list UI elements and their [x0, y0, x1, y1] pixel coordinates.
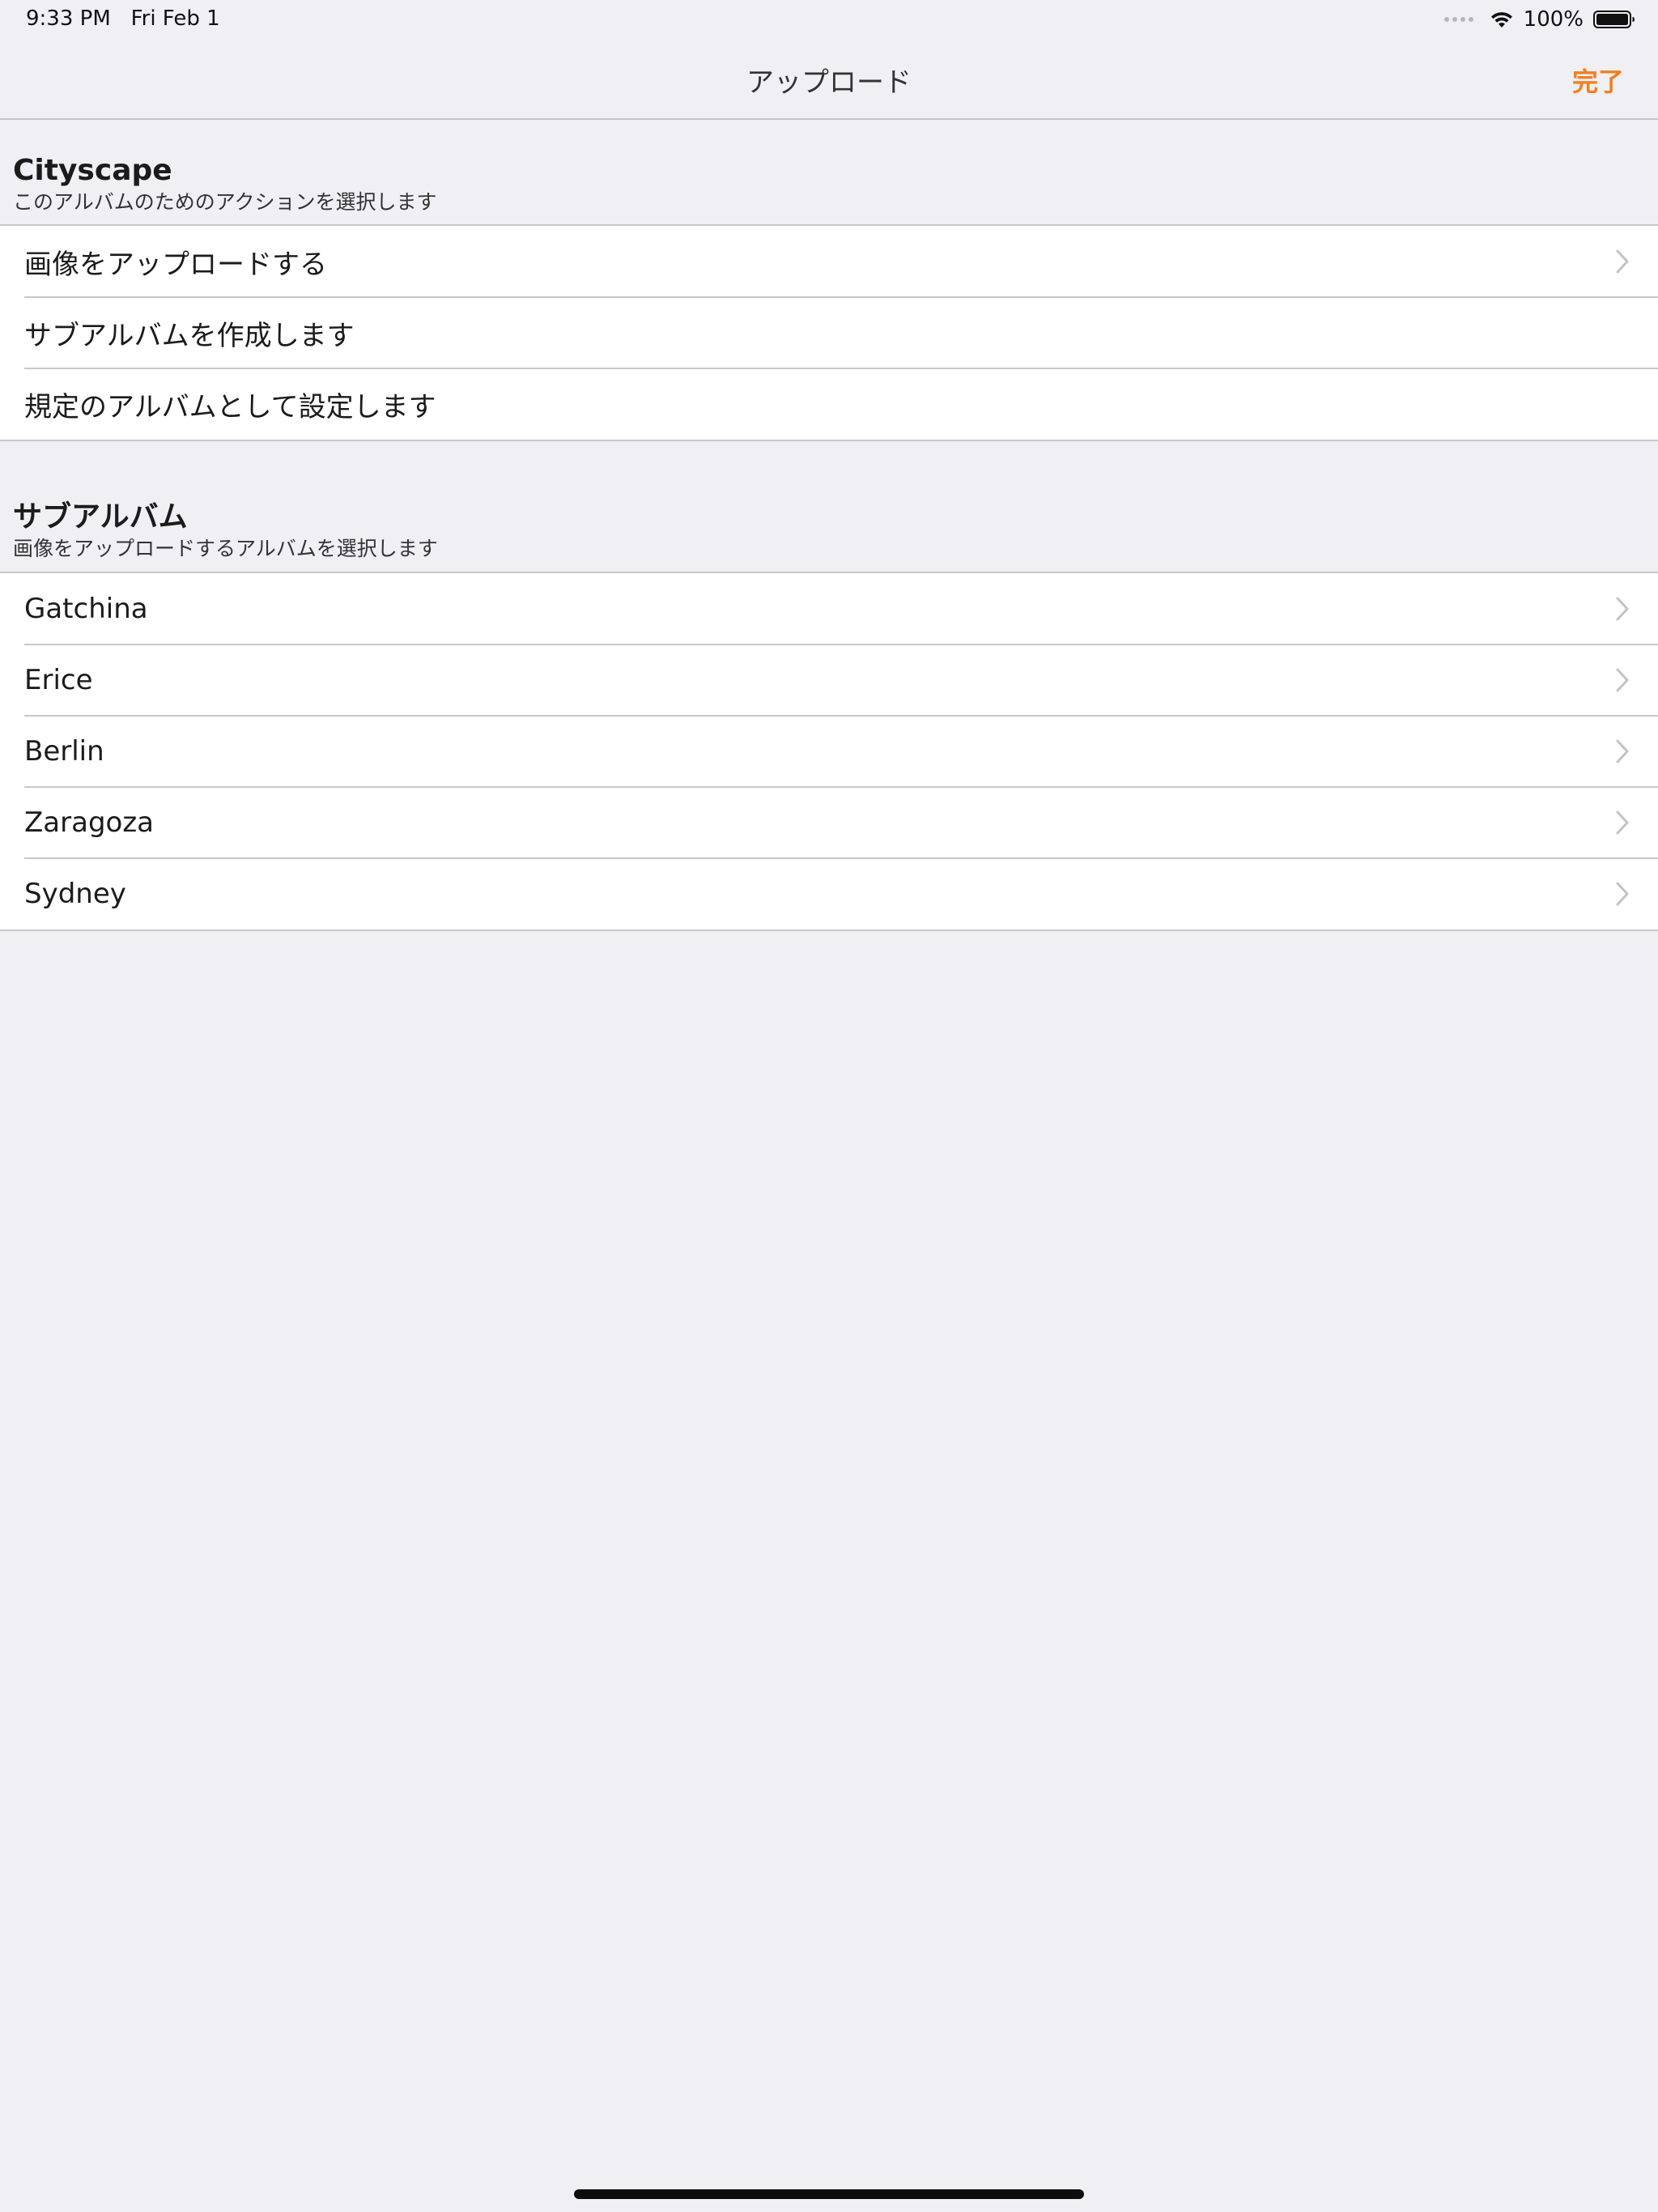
subalbum-row-zaragoza[interactable]: Zaragoza [0, 786, 1658, 858]
done-button[interactable]: 完了 [1572, 62, 1624, 99]
home-indicator[interactable] [574, 2189, 1084, 2199]
wifi-icon [1490, 12, 1512, 28]
chevron-right-icon [1616, 249, 1629, 274]
status-date: Fri Feb 1 [130, 6, 220, 31]
signal-dots-icon [1443, 17, 1473, 22]
chevron-right-icon [1616, 668, 1629, 692]
row-label: サブアルバムを作成します [24, 319, 355, 352]
row-label: 画像をアップロードする [24, 248, 327, 281]
subalbum-row-erice[interactable]: Erice [0, 644, 1658, 716]
chevron-right-icon [1616, 810, 1629, 835]
album-title: Cityscape [13, 154, 172, 187]
status-bar: 9:33 PM Fri Feb 1 100% [0, 0, 1658, 39]
subalbum-row-sydney[interactable]: Sydney [0, 857, 1658, 929]
row-label: Erice [24, 664, 93, 696]
battery-icon [1593, 11, 1635, 28]
row-label: 規定のアルバムとして設定します [24, 390, 436, 423]
upload-images-row[interactable]: 画像をアップロードする [0, 226, 1658, 297]
subalbums-section-header: サブアルバム 画像をアップロードするアルバムを選択します [13, 500, 438, 562]
row-label: Berlin [24, 735, 104, 768]
row-label: Sydney [24, 878, 126, 910]
status-right: 100% [1443, 6, 1635, 32]
subalbums-list: Gatchina Erice Berlin Zaragoza Sydney [0, 572, 1658, 931]
chevron-right-icon [1616, 597, 1629, 621]
actions-section-header: Cityscape このアルバムのためのアクションを選択します [13, 154, 437, 215]
actions-section-subtitle: このアルバムのためのアクションを選択します [13, 190, 437, 214]
row-label: Zaragoza [24, 806, 155, 839]
subalbum-row-gatchina[interactable]: Gatchina [0, 573, 1658, 644]
subalbums-section-title: サブアルバム [13, 500, 188, 534]
status-time: 9:33 PM Fri Feb 1 [26, 6, 220, 31]
chevron-right-icon [1616, 739, 1629, 764]
battery-percent: 100% [1523, 7, 1584, 32]
page-title: アップロード [746, 66, 912, 99]
subalbums-section-subtitle: 画像をアップロードするアルバムを選択します [13, 537, 438, 560]
navigation-bar: アップロード 完了 [0, 39, 1658, 120]
row-label: Gatchina [24, 593, 148, 625]
status-clock: 9:33 PM [26, 6, 111, 31]
subalbum-row-berlin[interactable]: Berlin [0, 715, 1658, 787]
chevron-right-icon [1616, 882, 1629, 906]
set-default-album-row[interactable]: 規定のアルバムとして設定します [0, 368, 1658, 440]
create-subalbum-row[interactable]: サブアルバムを作成します [0, 296, 1658, 368]
actions-list: 画像をアップロードする サブアルバムを作成します 規定のアルバムとして設定します [0, 224, 1658, 441]
